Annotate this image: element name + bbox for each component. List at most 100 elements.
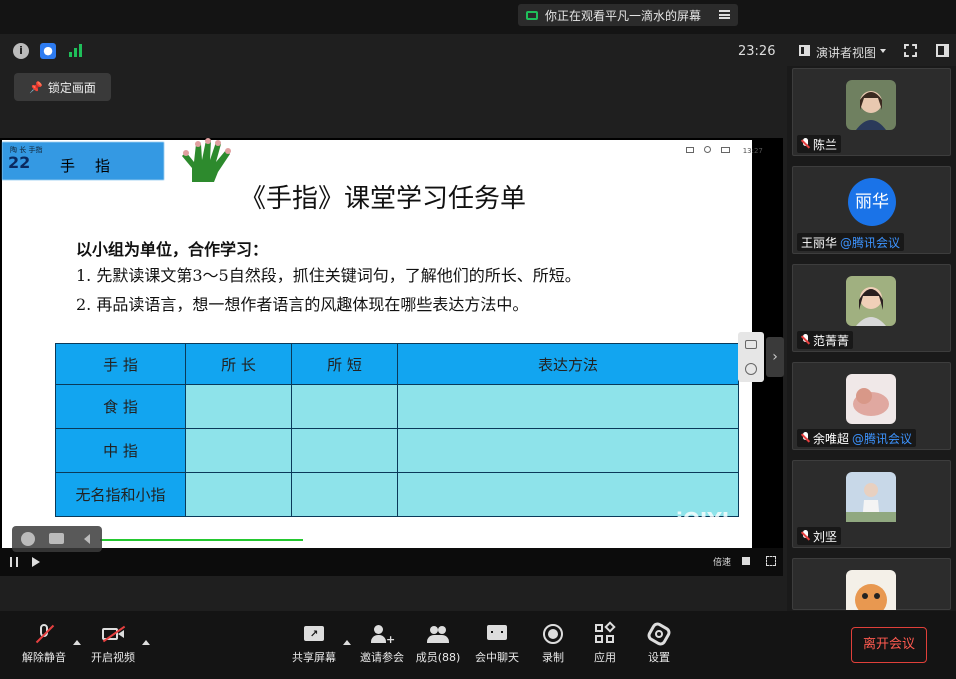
gear-icon: [645, 620, 673, 648]
layout-icon[interactable]: [799, 45, 810, 56]
table-header: 手 指: [55, 343, 186, 385]
speed-label[interactable]: 倍速: [713, 555, 731, 568]
members-label: 成员(88): [415, 651, 461, 664]
table-cell: [291, 384, 398, 429]
emoji-icon[interactable]: [21, 532, 35, 546]
volume-icon[interactable]: [742, 557, 750, 565]
participant-name-tag: 王丽华 @腾讯会议: [797, 233, 905, 251]
avatar: [846, 374, 896, 424]
info-icon[interactable]: i: [13, 43, 29, 59]
participant-name-tag: 陈兰: [797, 135, 842, 153]
participant-tile[interactable]: 丽华 王丽华 @腾讯会议: [792, 166, 951, 254]
table-cell: [185, 472, 292, 517]
table-cell: [397, 384, 739, 429]
collapse-left-icon[interactable]: [84, 534, 90, 544]
view-controls: 演讲者视图: [787, 34, 956, 66]
avatar: [846, 472, 896, 522]
share-screen-icon: ↗: [303, 623, 325, 645]
share-screen-button[interactable]: ↗ 共享屏幕: [281, 623, 347, 673]
avatar-photo: [846, 374, 896, 424]
share-screen-label: 共享屏幕: [292, 651, 336, 664]
participant-name: 范菁菁: [813, 333, 850, 348]
pip-icon[interactable]: [721, 147, 731, 153]
unmute-label: 解除静音: [22, 651, 66, 664]
add-user-icon: +: [371, 623, 395, 646]
fullscreen-icon[interactable]: [904, 44, 917, 57]
participant-tile[interactable]: [792, 558, 951, 610]
camera-icon[interactable]: [745, 340, 757, 349]
slide-step-1: 1. 先默读课文第3～5自然段，抓住关键词句，了解他们的所长、所短。: [76, 266, 581, 285]
table-row: 食 指: [55, 384, 739, 429]
chevron-up-icon[interactable]: [142, 640, 150, 645]
apps-icon: [594, 621, 616, 645]
chat-label: 会中聊天: [475, 651, 519, 664]
table-cell: 食 指: [55, 384, 186, 429]
gear-icon[interactable]: [704, 146, 712, 153]
signal-icon[interactable]: [69, 44, 83, 57]
pause-icon[interactable]: [10, 557, 18, 567]
table-header-row: 手 指 所 长 所 短 表达方法: [55, 343, 739, 385]
player-mini-toolbar: [12, 526, 102, 552]
table-cell: 无名指和小指: [55, 472, 186, 517]
meeting-info-bar: [0, 34, 787, 70]
cast-icon[interactable]: [686, 147, 694, 153]
participant-name-tag: 刘坚: [797, 527, 842, 545]
hand-illustration: [182, 138, 231, 182]
screen-share-notice[interactable]: 你正在观看平凡一滴水的屏幕: [518, 4, 738, 26]
shield-icon[interactable]: ●: [40, 43, 56, 59]
view-mode-selector[interactable]: 演讲者视图: [816, 44, 876, 61]
avatar: [846, 276, 896, 326]
sidebar-toggle-icon[interactable]: [936, 44, 949, 57]
table-header: 所 短: [291, 343, 398, 385]
video-off-icon: [102, 623, 126, 645]
mic-muted-icon: [801, 138, 810, 150]
avatar-photo: [846, 80, 896, 130]
record-label: 录制: [542, 651, 564, 664]
start-video-label: 开启视频: [91, 651, 135, 664]
unmute-button[interactable]: 解除静音: [11, 623, 77, 673]
participant-tile[interactable]: 余唯超 @腾讯会议: [792, 362, 951, 450]
participant-org: @腾讯会议: [840, 235, 901, 250]
progress-bar[interactable]: [100, 539, 303, 541]
avatar-photo: [846, 276, 896, 326]
top-bar: [0, 0, 956, 34]
table-cell: [291, 428, 398, 473]
comment-icon[interactable]: [49, 533, 64, 544]
chevron-down-icon[interactable]: [880, 49, 886, 53]
settings-icon[interactable]: [745, 363, 757, 375]
menu-icon[interactable]: [719, 10, 730, 19]
participant-org: @腾讯会议: [852, 431, 913, 446]
participant-name: 王丽华: [801, 235, 838, 250]
table-cell: [291, 472, 398, 517]
participant-tile[interactable]: 陈兰: [792, 68, 951, 156]
start-video-button[interactable]: 开启视频: [80, 623, 146, 673]
table-cell: [397, 428, 739, 473]
next-icon[interactable]: [32, 557, 40, 567]
leave-meeting-button[interactable]: 离开会议: [851, 627, 927, 663]
invite-label: 邀请参会: [360, 651, 404, 664]
participant-tile[interactable]: 刘坚: [792, 460, 951, 548]
player-side-controls: [738, 332, 764, 382]
avatar-photo: [846, 570, 896, 610]
mic-muted-icon: [801, 530, 810, 542]
participant-name: 刘坚: [813, 529, 838, 544]
table-header: 所 长: [185, 343, 292, 385]
settings-button[interactable]: 设置: [626, 620, 692, 673]
table-row: 无名指和小指: [55, 472, 739, 517]
table-cell: [185, 384, 292, 429]
pin-icon: 📌: [29, 80, 43, 94]
participant-name: 陈兰: [813, 137, 838, 152]
collapse-panel-button[interactable]: ›: [766, 337, 784, 377]
table-header: 表达方法: [397, 343, 739, 385]
members-icon: [427, 623, 449, 645]
chat-icon: [486, 623, 508, 645]
settings-label: 设置: [648, 651, 670, 664]
fullscreen-player-icon[interactable]: [766, 556, 776, 566]
mic-muted-icon: [801, 432, 810, 444]
lock-view-button[interactable]: 📌 锁定画面: [14, 73, 111, 101]
lesson-title: 手指: [60, 157, 131, 175]
members-button[interactable]: 成员(88): [405, 623, 471, 673]
slide-step-2: 2. 再品读语言，想一想作者语言的风趣体现在哪些表达方法中。: [76, 295, 529, 314]
participant-name-tag: 范菁菁: [797, 331, 854, 349]
participant-tile[interactable]: 范菁菁: [792, 264, 951, 352]
